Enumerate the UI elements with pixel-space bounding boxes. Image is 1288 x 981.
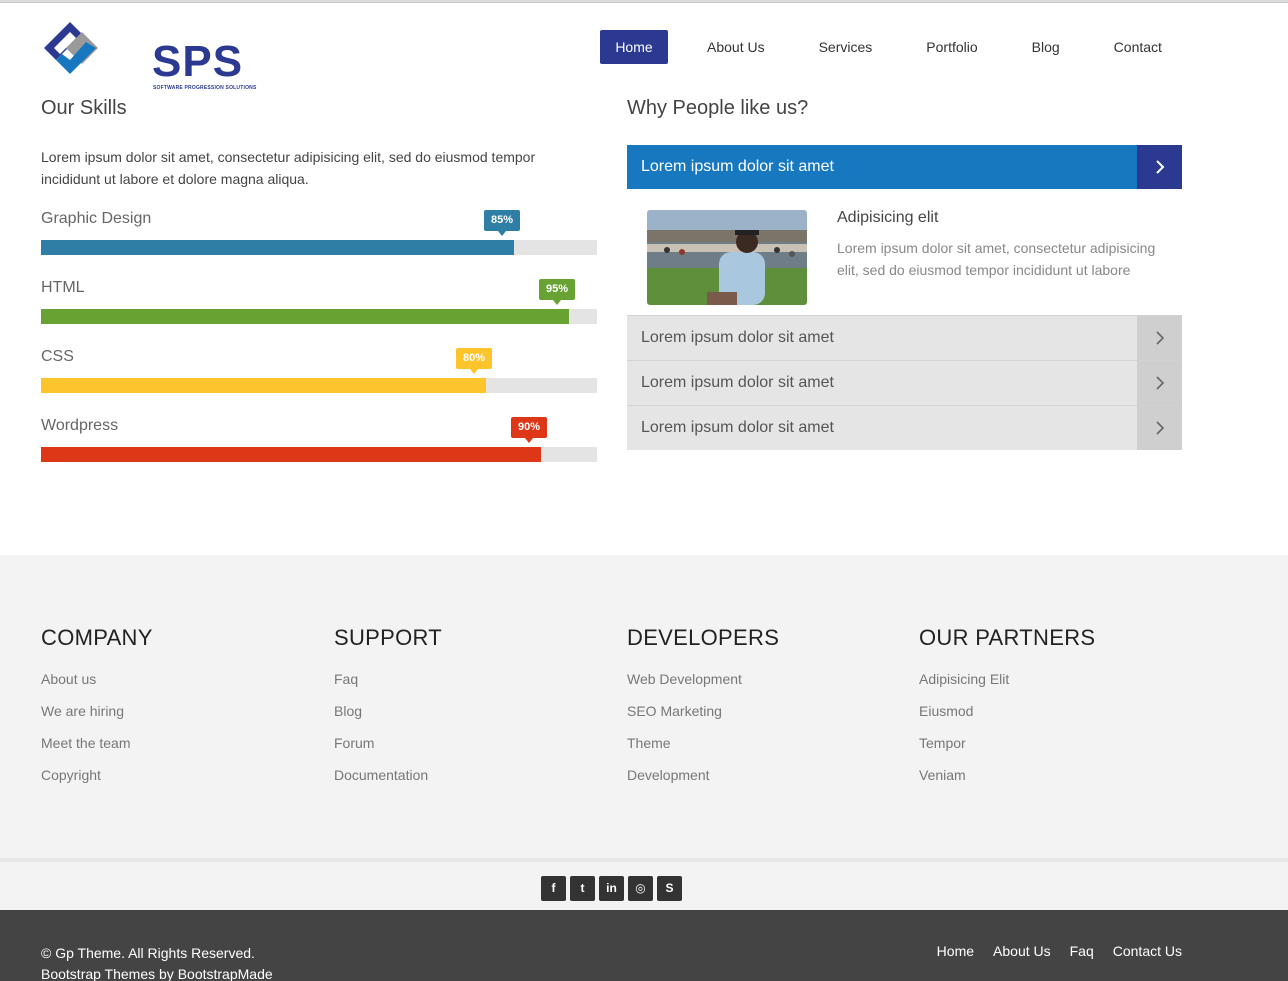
credit-text[interactable]: Bootstrap Themes by BootstrapMade xyxy=(41,964,273,981)
dribbble-icon[interactable]: ◎ xyxy=(628,876,653,901)
footer-column-company: COMPANY About us We are hiring Meet the … xyxy=(41,625,153,791)
bottom-nav-about-us[interactable]: About Us xyxy=(993,943,1051,959)
skill-bar: Wordpress 90% xyxy=(41,417,597,462)
chevron-right-icon[interactable] xyxy=(1137,406,1182,450)
skill-fill xyxy=(41,309,569,324)
footer-link[interactable]: Documentation xyxy=(334,759,442,791)
footer-column-developers: DEVELOPERS Web Development SEO Marketing… xyxy=(627,625,779,791)
chevron-right-icon[interactable] xyxy=(1137,145,1182,189)
nav-about-us[interactable]: About Us xyxy=(692,30,780,64)
accordion-label: Lorem ipsum dolor sit amet xyxy=(641,329,834,346)
copyright-text: © Gp Theme. All Rights Reserved. xyxy=(41,945,255,961)
accordion-item[interactable]: Lorem ipsum dolor sit amet xyxy=(627,315,1182,360)
bottom-bar: © Gp Theme. All Rights Reserved. Bootstr… xyxy=(0,910,1288,981)
accordion-label: Lorem ipsum dolor sit amet xyxy=(641,158,834,175)
accordion-label: Lorem ipsum dolor sit amet xyxy=(641,419,834,436)
nav-contact[interactable]: Contact xyxy=(1099,30,1177,64)
social-bar: f t in ◎ S xyxy=(0,858,1288,910)
footer-column-title: DEVELOPERS xyxy=(627,625,780,650)
skill-track xyxy=(41,309,597,324)
skill-fill xyxy=(41,240,514,255)
bottom-nav: Home About Us Faq Contact Us xyxy=(918,943,1182,959)
chevron-right-icon[interactable] xyxy=(1137,361,1182,405)
nav-blog[interactable]: Blog xyxy=(1017,30,1075,64)
footer-column-title: SUPPORT xyxy=(334,625,443,650)
skill-fill xyxy=(41,378,486,393)
footer-column-title: OUR PARTNERS xyxy=(919,625,1096,650)
footer-link[interactable]: We are hiring xyxy=(41,695,153,727)
accordion-panel: Adipisicing elit Lorem ipsum dolor sit a… xyxy=(627,189,1182,315)
footer-link[interactable]: Veniam xyxy=(919,759,1095,791)
footer-link[interactable]: About us xyxy=(41,663,153,695)
skill-bar: HTML 95% xyxy=(41,279,597,324)
skill-percent-badge: 95% xyxy=(539,279,576,305)
skill-name: CSS xyxy=(41,348,74,365)
top-border xyxy=(0,0,1288,3)
footer-link[interactable]: Forum xyxy=(334,727,442,759)
logo[interactable]: SPS SOFTWARE PROGRESSION SOLUTIONS xyxy=(40,18,256,91)
facebook-icon[interactable]: f xyxy=(541,876,566,901)
footer-link[interactable]: Tempor xyxy=(919,727,1095,759)
nav-portfolio[interactable]: Portfolio xyxy=(911,30,992,64)
accordion-item[interactable]: Lorem ipsum dolor sit amet xyxy=(627,405,1182,450)
accordion-item[interactable]: Lorem ipsum dolor sit amet xyxy=(627,360,1182,405)
skill-track xyxy=(41,378,597,393)
footer-link[interactable]: Meet the team xyxy=(41,727,153,759)
copyright: © Gp Theme. All Rights Reserved. Bootstr… xyxy=(41,943,273,981)
nav-home[interactable]: Home xyxy=(600,30,668,64)
skill-percent-badge: 90% xyxy=(511,417,548,443)
footer-column-title: COMPANY xyxy=(41,625,153,650)
footer-link[interactable]: Eiusmod xyxy=(919,695,1095,727)
accordion-item-active[interactable]: Lorem ipsum dolor sit amet xyxy=(627,145,1182,189)
footer-link[interactable]: Web Development xyxy=(627,663,779,695)
skill-percent-badge: 85% xyxy=(484,210,521,236)
footer-link[interactable]: Adipisicing Elit xyxy=(919,663,1095,695)
logo-tagline: SOFTWARE PROGRESSION SOLUTIONS xyxy=(153,85,257,91)
why-title: Why People like us? xyxy=(627,97,809,119)
skill-bar: Graphic Design 85% xyxy=(41,210,597,255)
footer-link[interactable]: Development xyxy=(627,759,779,791)
skill-name: HTML xyxy=(41,279,85,296)
skill-track xyxy=(41,240,597,255)
logo-text: SPS xyxy=(152,37,244,86)
footer-column-support: SUPPORT Faq Blog Forum Documentation xyxy=(334,625,442,791)
skill-track xyxy=(41,447,597,462)
panel-photo xyxy=(647,210,807,305)
skill-percent-badge: 80% xyxy=(456,348,493,374)
skype-icon[interactable]: S xyxy=(657,876,682,901)
panel-text: Lorem ipsum dolor sit amet, consectetur … xyxy=(837,240,1156,278)
bottom-nav-home[interactable]: Home xyxy=(937,943,974,959)
panel-heading: Adipisicing elit xyxy=(837,209,939,226)
footer-link[interactable]: Copyright xyxy=(41,759,153,791)
skill-fill xyxy=(41,447,541,462)
logo-mark-icon xyxy=(44,22,98,74)
footer-link[interactable]: Faq xyxy=(334,663,442,695)
footer: COMPANY About us We are hiring Meet the … xyxy=(0,555,1288,858)
footer-link[interactable]: Blog xyxy=(334,695,442,727)
twitter-icon[interactable]: t xyxy=(570,876,595,901)
footer-column-partners: OUR PARTNERS Adipisicing Elit Eiusmod Te… xyxy=(919,625,1095,791)
linkedin-icon[interactable]: in xyxy=(599,876,624,901)
skills-intro: Lorem ipsum dolor sit amet, consectetur … xyxy=(41,149,536,187)
social-icons: f t in ◎ S xyxy=(541,876,686,901)
skill-bar: CSS 80% xyxy=(41,348,597,393)
main-nav: Home About Us Services Portfolio Blog Co… xyxy=(600,30,1177,64)
footer-link[interactable]: SEO Marketing xyxy=(627,695,779,727)
footer-link[interactable]: Theme xyxy=(627,727,779,759)
chevron-right-icon[interactable] xyxy=(1137,316,1182,360)
skills-title: Our Skills xyxy=(41,97,127,119)
nav-services[interactable]: Services xyxy=(804,30,888,64)
bottom-nav-contact-us[interactable]: Contact Us xyxy=(1113,943,1182,959)
accordion-label: Lorem ipsum dolor sit amet xyxy=(641,374,834,391)
bottom-nav-faq[interactable]: Faq xyxy=(1070,943,1094,959)
